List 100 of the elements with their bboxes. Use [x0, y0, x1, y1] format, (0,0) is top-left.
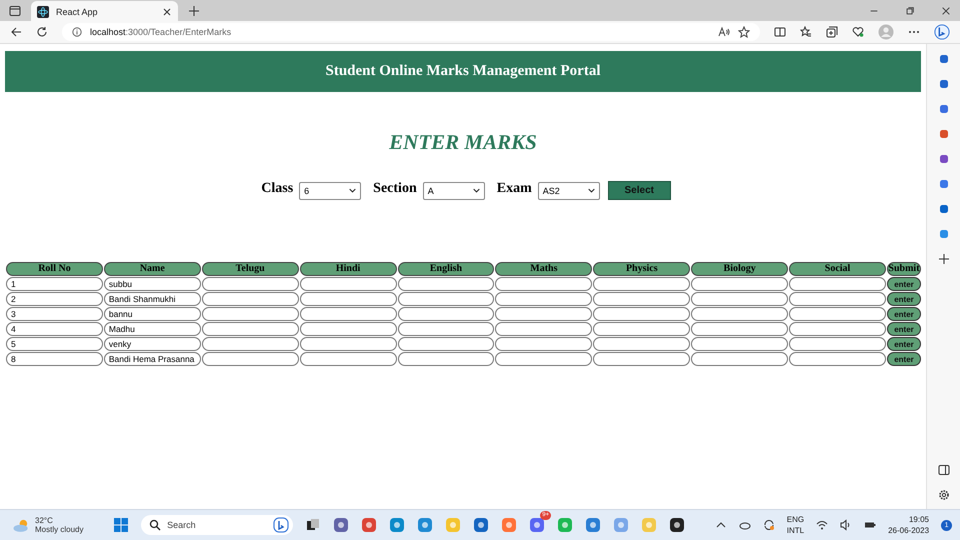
marks-field[interactable]	[398, 337, 494, 351]
marks-field[interactable]	[691, 277, 788, 291]
marks-field[interactable]	[789, 322, 886, 336]
marks-field[interactable]	[691, 337, 788, 351]
roll-number-field[interactable]: 4	[6, 322, 103, 336]
marks-field[interactable]	[593, 307, 690, 321]
wifi-icon[interactable]	[816, 519, 828, 531]
dropdown[interactable]: AS2	[538, 182, 600, 200]
sidebar-panel-icon[interactable]	[938, 464, 950, 476]
marks-field[interactable]	[398, 277, 494, 291]
marks-field[interactable]	[593, 337, 690, 351]
marks-field[interactable]	[495, 307, 592, 321]
favorites-icon[interactable]	[800, 26, 812, 38]
marks-field[interactable]	[495, 322, 592, 336]
split-screen-icon[interactable]	[774, 26, 786, 38]
close-icon[interactable]	[162, 6, 172, 16]
marks-field[interactable]	[789, 277, 886, 291]
roll-number-field[interactable]: 8	[6, 352, 103, 366]
marks-field[interactable]	[495, 292, 592, 306]
browser-tab[interactable]: React App	[31, 1, 178, 22]
portal-title: Student Online Marks Management Portal	[326, 63, 600, 80]
close-icon[interactable]	[941, 6, 951, 16]
name-field[interactable]: Madhu	[104, 322, 201, 336]
column-header: English	[398, 262, 494, 276]
roll-number-field[interactable]: 2	[6, 292, 103, 306]
marks-field[interactable]	[300, 277, 397, 291]
marks-field[interactable]	[691, 352, 788, 366]
marks-field[interactable]	[202, 337, 299, 351]
marks-field[interactable]	[202, 277, 299, 291]
heart-icon[interactable]	[852, 26, 864, 38]
new-tab-icon[interactable]	[188, 4, 200, 16]
marks-field[interactable]	[398, 322, 494, 336]
tab-actions-icon[interactable]	[9, 4, 21, 16]
reload-icon[interactable]	[36, 26, 48, 38]
back-icon[interactable]	[10, 26, 22, 38]
column-header: Telugu	[202, 262, 299, 276]
marks-field[interactable]	[789, 352, 886, 366]
marks-field[interactable]	[691, 322, 788, 336]
marks-field[interactable]	[300, 292, 397, 306]
collections-icon[interactable]	[826, 26, 838, 38]
dropdown[interactable]: 6	[299, 182, 362, 200]
marks-field[interactable]	[300, 322, 397, 336]
marks-field[interactable]	[495, 277, 592, 291]
info-icon	[72, 27, 82, 37]
marks-field[interactable]	[789, 337, 886, 351]
name-field[interactable]: venky	[104, 337, 201, 351]
name-field[interactable]: subbu	[104, 277, 201, 291]
start-icon[interactable]	[113, 517, 130, 533]
task-view-icon[interactable]	[305, 517, 322, 533]
search-field[interactable]: Search	[141, 515, 294, 535]
restore-icon[interactable]	[905, 6, 915, 16]
marks-field[interactable]	[202, 322, 299, 336]
marks-field[interactable]	[300, 307, 397, 321]
star-icon[interactable]	[738, 26, 750, 38]
marks-field[interactable]	[593, 277, 690, 291]
name-field[interactable]: bannu	[104, 307, 201, 321]
language-code[interactable]: ENG	[786, 514, 804, 525]
enter-button[interactable]: enter	[886, 337, 921, 351]
clock-time[interactable]: 19:05	[908, 514, 930, 525]
marks-field[interactable]	[593, 352, 690, 366]
marks-field[interactable]	[495, 337, 592, 351]
marks-field[interactable]	[398, 352, 494, 366]
dropdown[interactable]: A	[422, 182, 485, 200]
read-aloud-icon[interactable]	[718, 26, 730, 38]
add-icon[interactable]	[938, 253, 950, 265]
marks-field[interactable]	[495, 352, 592, 366]
roll-number-field[interactable]: 5	[6, 337, 103, 351]
column-header: Social	[789, 262, 886, 276]
marks-field[interactable]	[300, 337, 397, 351]
settings-icon[interactable]	[938, 489, 950, 501]
copilot-icon[interactable]	[934, 24, 950, 40]
marks-field[interactable]	[398, 307, 494, 321]
marks-field[interactable]	[691, 292, 788, 306]
marks-field[interactable]	[202, 292, 299, 306]
enter-button[interactable]: enter	[886, 322, 921, 336]
sync-icon[interactable]	[762, 519, 775, 531]
chevron-icon	[349, 188, 356, 193]
marks-field[interactable]	[202, 352, 299, 366]
roll-number-field[interactable]: 3	[6, 307, 103, 321]
marks-field[interactable]	[691, 307, 788, 321]
address-field[interactable]: localhost:3000/Teacher/EnterMarks	[62, 23, 760, 41]
name-field[interactable]: Bandi Shanmukhi	[104, 292, 201, 306]
enter-button[interactable]: enter	[886, 277, 921, 291]
marks-field[interactable]	[202, 307, 299, 321]
weather-condition: Mostly cloudy	[35, 525, 84, 534]
marks-field[interactable]	[789, 307, 886, 321]
marks-field[interactable]	[593, 292, 690, 306]
select-button[interactable]: Select	[608, 181, 671, 200]
enter-button[interactable]: enter	[886, 352, 921, 366]
name-field[interactable]: Bandi Hema Prasanna	[104, 352, 201, 366]
marks-field[interactable]	[593, 322, 690, 336]
column-header: Biology	[691, 262, 788, 276]
marks-field[interactable]	[398, 292, 494, 306]
marks-field[interactable]	[300, 352, 397, 366]
keyboard-layout[interactable]: INTL	[786, 525, 804, 536]
enter-button[interactable]: enter	[886, 307, 921, 321]
clock-date[interactable]: 26-06-2023	[888, 525, 930, 536]
roll-number-field[interactable]: 1	[6, 277, 103, 291]
marks-field[interactable]	[789, 292, 886, 306]
enter-button[interactable]: enter	[886, 292, 921, 306]
